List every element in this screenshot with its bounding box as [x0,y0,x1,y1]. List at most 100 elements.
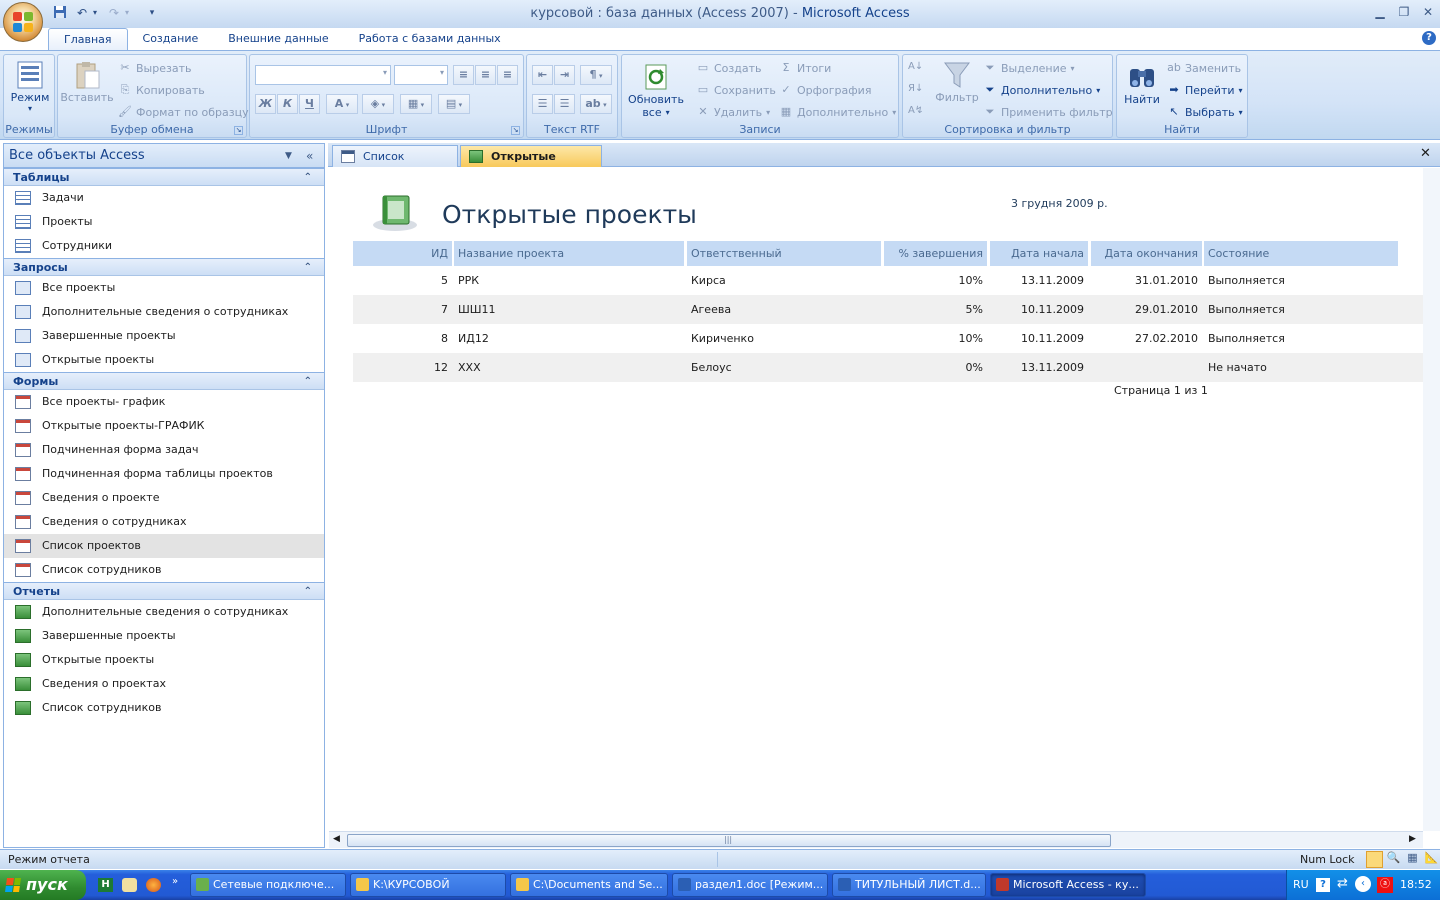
font-name-combo[interactable]: ▾ [255,65,391,85]
view-button[interactable]: Режим ▾ [8,59,52,113]
align-right-button[interactable]: ≡ [497,65,518,85]
decrease-indent-button[interactable]: ⇤ [532,65,553,85]
fill-color-button[interactable]: ◈ ▾ [362,94,394,114]
sort-ascending-button[interactable]: A↓ [908,61,923,72]
nav-item-form[interactable]: Список сотрудников [4,558,324,582]
align-left-button[interactable]: ≡ [453,65,474,85]
nav-item-report[interactable]: Список сотрудников [4,696,324,720]
taskbar-folder-kursovoy[interactable]: K:\КУРСОВОЙ [350,873,506,897]
collapse-group-icon[interactable]: ⌃ [304,583,312,600]
nav-item-query[interactable]: Все проекты [4,276,324,300]
nav-item-form[interactable]: Открытые проекты-ГРАФИК [4,414,324,438]
horizontal-scrollbar[interactable]: ◀ ||| ▶ [329,831,1423,848]
nav-item-query[interactable]: Дополнительные сведения о сотрудниках [4,300,324,324]
quicklaunch-more-icon[interactable]: » [172,876,178,887]
nav-group-form[interactable]: Формы ⌃ [4,372,324,390]
underline-button[interactable]: Ч [299,94,320,114]
office-button[interactable] [3,2,43,42]
taskbar-word-title-page[interactable]: ТИТУЛЬНЫЙ ЛИСТ.d... [832,873,986,897]
antivirus-icon[interactable]: ⓐ [1377,877,1393,893]
nav-item-form[interactable]: Сведения о сотрудниках [4,510,324,534]
tab-external-data[interactable]: Внешние данные [213,28,343,50]
report-view-icon[interactable] [1366,851,1383,868]
tab-database-tools[interactable]: Работа с базами данных [344,28,516,50]
design-view-icon[interactable]: 📐 [1423,851,1440,868]
minimize-button[interactable]: ▁ [1370,4,1390,20]
replace-button[interactable]: ab Заменить [1167,61,1241,75]
align-center-button[interactable]: ≡ [475,65,496,85]
nav-item-form[interactable]: Подчиненная форма задач [4,438,324,462]
language-indicator[interactable]: RU [1293,878,1309,891]
paste-button[interactable]: Вставить [60,59,114,104]
collapse-group-icon[interactable]: ⌃ [304,259,312,276]
scroll-left-icon[interactable]: ◀ [333,834,340,844]
print-preview-icon[interactable]: 🔍 [1385,851,1402,868]
tab-home[interactable]: Главная [48,28,128,50]
save-record-button[interactable]: ▭ Сохранить [696,83,776,97]
collapse-group-icon[interactable]: ⌃ [304,169,312,186]
quicklaunch-app-icon[interactable]: H [98,878,113,892]
delete-record-button[interactable]: ✕ Удалить ▾ [696,105,770,119]
filter-button[interactable]: Фильтр [935,59,979,104]
increase-indent-button[interactable]: ⇥ [554,65,575,85]
quicklaunch-firefox-icon[interactable] [146,878,161,892]
spelling-button[interactable]: ✓ Орфография [779,83,871,97]
nav-group-query[interactable]: Запросы ⌃ [4,258,324,276]
nav-item-query[interactable]: Завершенные проекты [4,324,324,348]
tab-create[interactable]: Создание [128,28,214,50]
selection-button[interactable]: ⏷ Выделение ▾ [983,61,1075,75]
collapse-group-icon[interactable]: ⌃ [304,373,312,390]
nav-item-query[interactable]: Открытые проекты [4,348,324,372]
help-tray-icon[interactable]: ? [1316,878,1330,892]
italic-button[interactable]: К [277,94,298,114]
sort-descending-button[interactable]: Я↓ [908,83,923,94]
dialog-launcher-icon[interactable]: ↘ [234,126,243,135]
nav-item-table[interactable]: Сотрудники [4,234,324,258]
doc-tab-open-projects[interactable]: Открытые проекты [460,145,602,185]
highlight-button[interactable]: ab ▾ [580,94,612,114]
dialog-launcher-icon[interactable]: ↘ [511,126,520,135]
numbered-list-button[interactable]: ☰ [532,94,553,114]
nav-item-form[interactable]: Список проектов [4,534,324,558]
doc-tab-project-list[interactable]: Список проектов [332,145,458,185]
goto-button[interactable]: ➡ Перейти ▾ [1167,83,1242,97]
quicklaunch-mail-icon[interactable] [122,878,137,892]
new-record-button[interactable]: ▭ Создать [696,61,762,75]
restore-button[interactable]: ❐ [1394,4,1414,20]
nav-item-report[interactable]: Сведения о проектах [4,672,324,696]
toggle-filter-button[interactable]: ⏷ Применить фильтр [983,105,1113,119]
totals-button[interactable]: Σ Итоги [779,61,832,75]
clear-sort-button[interactable]: A↯ [908,105,923,116]
nav-item-form[interactable]: Все проекты- график [4,390,324,414]
nav-item-table[interactable]: Задачи [4,186,324,210]
scroll-right-icon[interactable]: ▶ [1409,834,1416,844]
chevron-left-icon[interactable]: ‹ [1355,876,1371,892]
bulleted-list-button[interactable]: ☰ [554,94,575,114]
close-button[interactable]: ✕ [1418,4,1438,20]
start-button[interactable]: пуск [0,870,86,900]
taskbar-access[interactable]: Microsoft Access - ку... [990,873,1146,897]
select-button[interactable]: ↖ Выбрать ▾ [1167,105,1242,119]
alternate-fill-button[interactable]: ▤ ▾ [438,94,470,114]
nav-pane-header[interactable]: Все объекты Access ▼ « [4,144,324,168]
nav-item-report[interactable]: Открытые проекты [4,648,324,672]
help-icon[interactable]: ? [1422,31,1436,45]
font-size-combo[interactable]: ▾ [394,65,448,85]
copy-button[interactable]: ⎘ Копировать [118,83,205,97]
nav-item-table[interactable]: Проекты [4,210,324,234]
paragraph-button[interactable]: ¶ ▾ [580,65,612,85]
scrollbar-thumb[interactable]: ||| [347,834,1111,847]
close-document-icon[interactable]: ✕ [1420,146,1431,161]
bold-button[interactable]: Ж [255,94,276,114]
refresh-all-button[interactable]: Обновить все ▾ [625,61,687,119]
find-button[interactable]: Найти [1120,61,1164,106]
nav-item-form[interactable]: Сведения о проекте [4,486,324,510]
layout-view-icon[interactable]: ▦ [1404,851,1421,868]
cut-button[interactable]: ✂ Вырезать [118,61,191,75]
more-records-button[interactable]: ▦ Дополнительно ▾ [779,105,896,119]
gridlines-button[interactable]: ▦ ▾ [400,94,432,114]
nav-menu-dropdown-icon[interactable]: ▼ [285,144,292,168]
nav-item-form[interactable]: Подчиненная форма таблицы проектов [4,462,324,486]
taskbar-word-razdel1[interactable]: раздел1.doc [Режим... [672,873,828,897]
network-icon[interactable]: ⇄ [1337,876,1348,891]
